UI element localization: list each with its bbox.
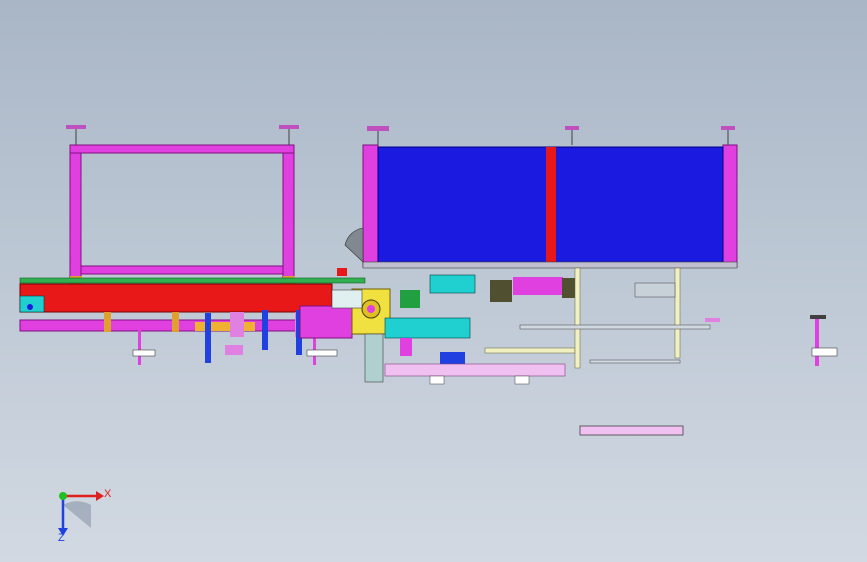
hanger-bracket-3 (225, 345, 243, 355)
red-divider (546, 147, 556, 265)
cream-rod-2 (574, 267, 581, 369)
hanger-2 (205, 313, 211, 363)
assembly-drawing[interactable]: X Z (0, 0, 867, 562)
beam-end-cap (19, 295, 45, 313)
left-frame[interactable] (66, 125, 299, 288)
hanger-bracket-5 (306, 349, 338, 357)
right-bracket-post (815, 318, 819, 366)
cyan-block-2 (429, 274, 476, 294)
magenta-lower-rail (19, 319, 301, 332)
grey-rail (519, 324, 711, 330)
red-beam (19, 283, 333, 313)
enclosure-frame-right (722, 144, 738, 268)
leveling-foot-4 (565, 126, 579, 145)
axis-label-x: X (104, 488, 112, 500)
grey-block (634, 282, 676, 298)
cad-viewport[interactable]: X Z (0, 0, 867, 562)
orange-rail-segment (195, 322, 255, 331)
left-frame-top-bar (69, 144, 295, 154)
cream-rod (484, 347, 576, 354)
hanger-1 (138, 330, 141, 365)
left-frame-right-post (282, 144, 295, 286)
hanger-bracket-1 (132, 349, 156, 357)
upper-right-enclosure[interactable] (344, 126, 738, 269)
white-foot-2 (514, 375, 530, 385)
magenta-block-1 (513, 277, 563, 295)
green-rail (19, 277, 366, 284)
stand-grey (364, 333, 384, 383)
cream-rod-3 (674, 267, 681, 359)
leveling-foot-5 (721, 126, 735, 145)
cyan-block-1 (384, 317, 471, 339)
left-frame-bottom-bar (80, 265, 284, 275)
grey-rail-2 (589, 359, 681, 364)
right-bracket-cap (810, 315, 826, 319)
right-bracket-foot (811, 347, 838, 357)
enclosure-frame-left (362, 144, 379, 268)
floating-pink-bar[interactable] (579, 425, 684, 436)
beam-mount-3 (230, 312, 244, 337)
hanger-3 (262, 310, 268, 350)
beam-mount-1 (104, 312, 111, 332)
white-foot-1 (429, 375, 445, 385)
dark-block (490, 280, 512, 302)
magenta-pad (400, 338, 412, 356)
beam-mount-2 (172, 312, 179, 332)
right-bracket[interactable] (810, 315, 838, 366)
red-knob (337, 268, 347, 276)
motor-body (299, 305, 353, 339)
beam-end-bolt (27, 304, 33, 310)
central-mechanism[interactable] (337, 267, 720, 385)
red-conveyor-beam[interactable] (19, 283, 333, 337)
axis-label-z: Z (58, 532, 65, 544)
leveling-foot-1 (66, 125, 86, 145)
leveling-foot-2 (279, 125, 299, 145)
pink-rod-end (705, 318, 720, 322)
leveling-foot-3 (367, 126, 389, 145)
side-wheel (344, 227, 364, 263)
left-frame-left-post (69, 144, 82, 286)
coordinate-triad-icon (58, 491, 104, 536)
pink-base (384, 363, 566, 377)
motor-mount-cyan (331, 289, 363, 309)
enclosure-bottom-bar (362, 261, 738, 269)
green-block (400, 290, 420, 308)
